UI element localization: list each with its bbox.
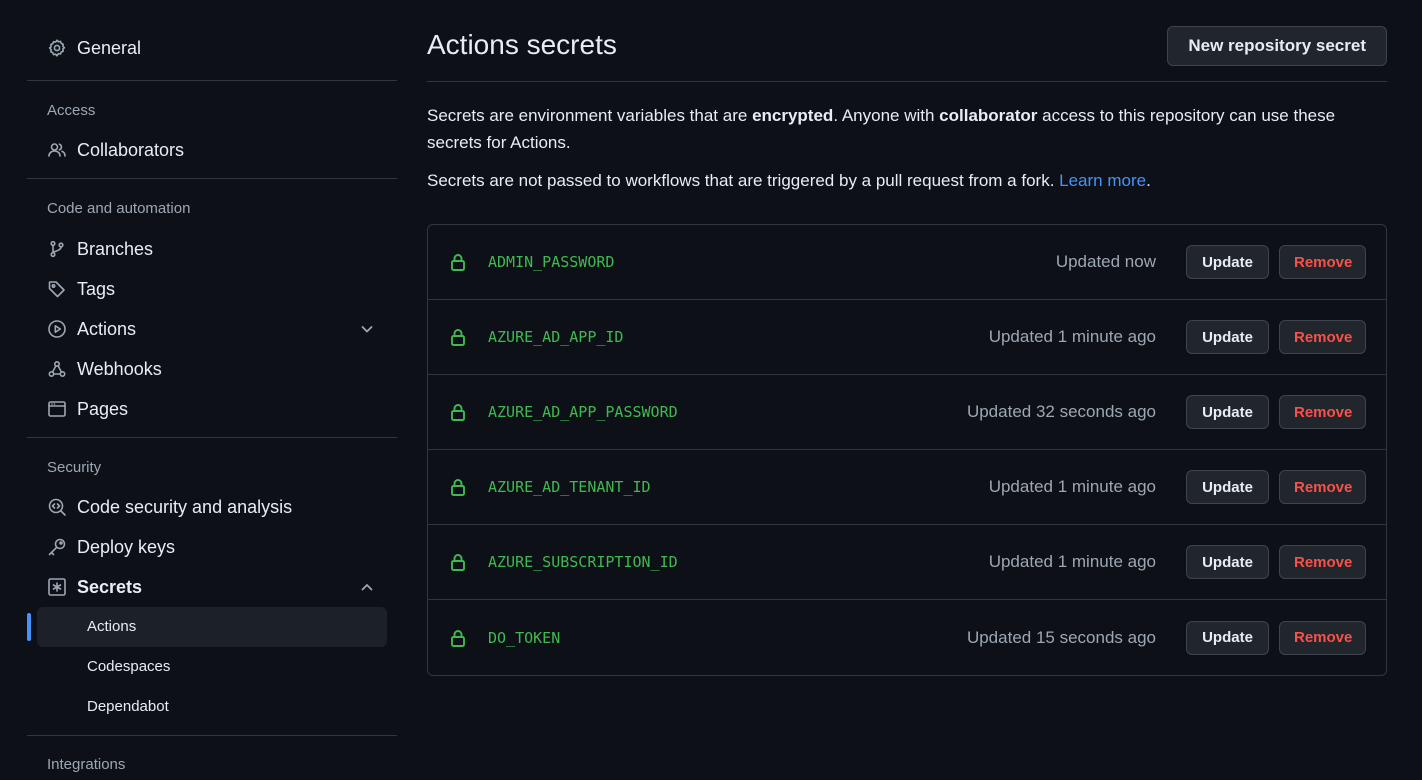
tag-icon [47, 279, 67, 299]
sidebar-item-tags[interactable]: Tags [27, 269, 397, 309]
secret-row: AZURE_AD_TENANT_ID Updated 1 minute ago … [428, 450, 1386, 525]
sidebar-item-label: Tags [77, 278, 116, 299]
main-content: Actions secrets New repository secret Se… [427, 26, 1387, 676]
secrets-list: ADMIN_PASSWORD Updated now Update Remove… [427, 224, 1387, 676]
people-icon [47, 140, 67, 160]
sidebar-item-label: Secrets [77, 576, 143, 597]
sidebar-item-label: Actions [77, 318, 137, 339]
sidebar-item-label: Pages [77, 398, 129, 419]
learn-more-link[interactable]: Learn more [1059, 171, 1146, 190]
sidebar-item-branches[interactable]: Branches [27, 229, 397, 269]
lock-icon [448, 477, 468, 497]
update-secret-button[interactable]: Update [1186, 320, 1269, 354]
lock-icon [448, 552, 468, 572]
chevron-down-icon[interactable] [359, 321, 375, 337]
secret-row: DO_TOKEN Updated 15 seconds ago Update R… [428, 600, 1386, 675]
branch-icon [47, 239, 67, 259]
lock-icon [448, 628, 468, 648]
sidebar-divider [27, 178, 397, 179]
remove-secret-button[interactable]: Remove [1279, 245, 1366, 279]
page-title: Actions secrets [427, 29, 617, 60]
description-text: . Anyone with [833, 106, 940, 125]
fork-note-period: . [1146, 171, 1151, 190]
sidebar-item-secrets[interactable]: Secrets [27, 567, 397, 607]
secret-updated-time: Updated 1 minute ago [988, 477, 1156, 496]
secret-updated-time: Updated 1 minute ago [988, 327, 1156, 346]
secret-updated-time: Updated 1 minute ago [988, 552, 1156, 571]
sidebar-item-actions[interactable]: Actions [27, 309, 397, 349]
section-label-integrations: Integrations [47, 756, 126, 773]
description-bold: collaborator [939, 106, 1038, 125]
secret-name: AZURE_AD_APP_ID [488, 328, 624, 346]
secret-name: AZURE_SUBSCRIPTION_ID [488, 553, 678, 571]
page-header: Actions secrets New repository secret [427, 26, 1387, 82]
sidebar-item-general[interactable]: General [27, 28, 397, 68]
sidebar-item-label: Code security and analysis [77, 496, 293, 517]
description-bold: encrypted [752, 106, 834, 125]
description: Secrets are environment variables that a… [427, 102, 1357, 156]
sidebar-item-collaborators[interactable]: Collaborators [27, 130, 397, 170]
secret-name: AZURE_AD_APP_PASSWORD [488, 403, 678, 421]
secret-row: AZURE_AD_APP_PASSWORD Updated 32 seconds… [428, 375, 1386, 450]
section-label-security: Security [47, 459, 102, 476]
secret-updated-time: Updated 32 seconds ago [966, 402, 1156, 421]
sidebar-item-code-security[interactable]: Code security and analysis [27, 487, 397, 527]
remove-secret-button[interactable]: Remove [1279, 545, 1366, 579]
new-repository-secret-button[interactable]: New repository secret [1167, 26, 1387, 66]
webhook-icon [47, 359, 67, 379]
fork-note: Secrets are not passed to workflows that… [427, 167, 1387, 194]
secret-row: ADMIN_PASSWORD Updated now Update Remove [428, 225, 1386, 300]
sidebar-item-label: General [77, 37, 142, 58]
sidebar-item-pages[interactable]: Pages [27, 389, 397, 429]
update-secret-button[interactable]: Update [1186, 620, 1269, 655]
remove-secret-button[interactable]: Remove [1279, 620, 1366, 655]
sidebar-subitem-dependabot[interactable]: Dependabot [37, 687, 387, 727]
sidebar-item-label: Deploy keys [77, 536, 176, 557]
settings-sidebar: General Access Collaborators Code and au… [27, 28, 397, 775]
secret-row: AZURE_AD_APP_ID Updated 1 minute ago Upd… [428, 300, 1386, 375]
sidebar-subitem-codespaces[interactable]: Codespaces [37, 647, 387, 687]
secret-name: ADMIN_PASSWORD [488, 253, 615, 271]
remove-secret-button[interactable]: Remove [1279, 470, 1366, 504]
sidebar-item-label: Collaborators [77, 139, 185, 160]
codescan-icon [47, 497, 67, 517]
secret-updated-time: Updated 15 seconds ago [966, 627, 1156, 647]
play-circle-icon [47, 319, 67, 339]
asterisk-box-icon [47, 577, 67, 597]
update-secret-button[interactable]: Update [1186, 395, 1269, 429]
secret-name: AZURE_AD_TENANT_ID [488, 478, 651, 496]
sidebar-item-webhooks[interactable]: Webhooks [27, 349, 397, 389]
secret-row: AZURE_SUBSCRIPTION_ID Updated 1 minute a… [428, 525, 1386, 600]
remove-secret-button[interactable]: Remove [1279, 395, 1366, 429]
remove-secret-button[interactable]: Remove [1279, 320, 1366, 354]
section-label-code-automation: Code and automation [47, 200, 191, 217]
gear-icon [47, 38, 67, 58]
lock-icon [448, 327, 468, 347]
fork-note-text: Secrets are not passed to workflows that… [427, 171, 1060, 190]
update-secret-button[interactable]: Update [1186, 470, 1269, 504]
browser-icon [47, 399, 67, 419]
sidebar-divider [27, 80, 397, 81]
lock-icon [448, 252, 468, 272]
secret-name: DO_TOKEN [488, 628, 561, 647]
sidebar-item-deploy-keys[interactable]: Deploy keys [27, 527, 397, 567]
update-secret-button[interactable]: Update [1186, 245, 1269, 279]
sidebar-subitem-actions[interactable]: Actions [27, 607, 387, 647]
description-text: Secrets are environment variables that a… [427, 106, 753, 125]
chevron-up-icon[interactable] [359, 579, 375, 595]
secret-updated-time: Updated now [1055, 252, 1156, 271]
update-secret-button[interactable]: Update [1186, 545, 1269, 579]
lock-icon [448, 402, 468, 422]
sidebar-divider [27, 735, 397, 736]
sidebar-divider [27, 437, 397, 438]
key-icon [47, 537, 67, 557]
sidebar-item-label: Branches [77, 238, 154, 259]
section-label-access: Access [47, 102, 96, 119]
sidebar-item-label: Webhooks [77, 358, 162, 379]
